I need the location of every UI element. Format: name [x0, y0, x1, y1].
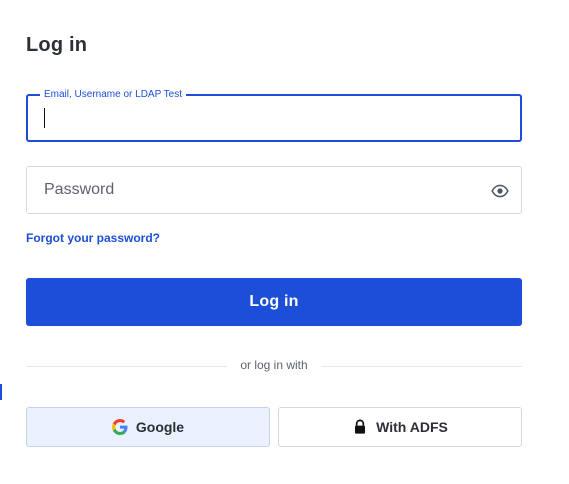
- email-field-label: Email, Username or LDAP Test: [40, 88, 187, 102]
- login-button[interactable]: Log in: [26, 278, 522, 326]
- email-field[interactable]: Email, Username or LDAP Test: [26, 88, 522, 142]
- divider-line-right: [321, 366, 522, 367]
- text-caret: [44, 108, 45, 128]
- divider-text: or log in with: [240, 358, 308, 372]
- login-page: Log in Email, Username or LDAP Test Pass…: [0, 0, 569, 484]
- google-button-label: Google: [135, 419, 185, 435]
- adfs-button-label: With ADFS: [376, 419, 448, 435]
- google-icon: [111, 419, 128, 435]
- password-placeholder: Password: [44, 181, 115, 198]
- page-title: Log in: [26, 34, 88, 56]
- lock-icon: [352, 419, 368, 435]
- adfs-login-button[interactable]: With ADFS: [278, 407, 522, 447]
- forgot-password-link[interactable]: Forgot your password?: [26, 231, 160, 245]
- focus-edge-marker: [0, 384, 2, 400]
- password-field[interactable]: Password: [26, 166, 522, 214]
- divider: or log in with: [26, 357, 522, 375]
- google-login-button[interactable]: Google: [26, 407, 270, 447]
- eye-icon[interactable]: [491, 182, 509, 200]
